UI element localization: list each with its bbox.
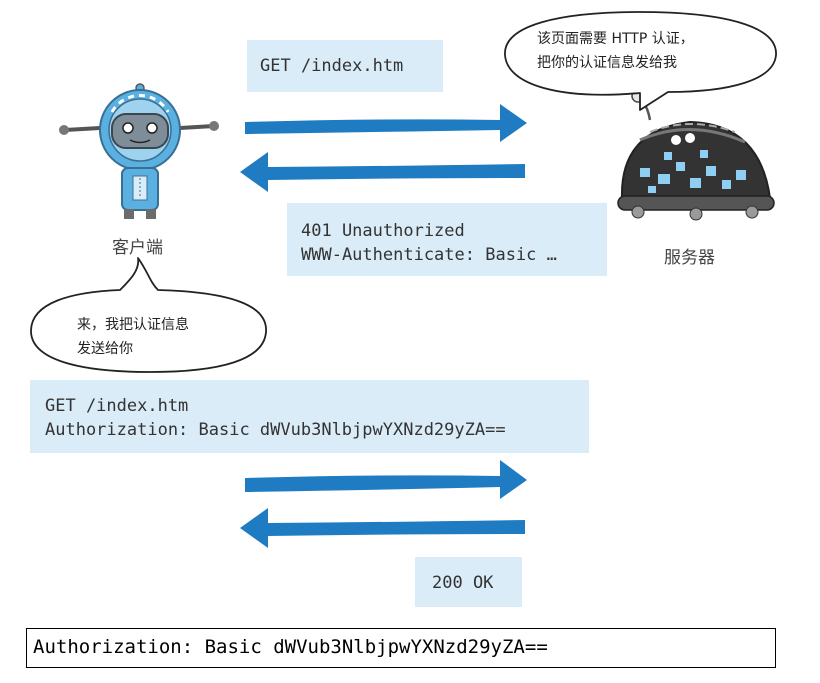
client-label: 客户端 bbox=[112, 238, 163, 258]
arrow-right-1 bbox=[245, 104, 527, 142]
server-speech-text: 该页面需要 HTTP 认证， 把你的认证信息发给我 bbox=[537, 27, 767, 75]
speech-line: 发送给你 bbox=[77, 341, 133, 357]
speech-line: 来，我把认证信息 bbox=[77, 317, 189, 333]
caption-text: Authorization: Basic dWVub3NlbjpwYXNzd29… bbox=[33, 636, 548, 658]
server-label: 服务器 bbox=[664, 248, 715, 268]
arrow-left-2 bbox=[240, 508, 525, 548]
arrow-right-2 bbox=[245, 460, 527, 499]
authorization-caption: Authorization: Basic dWVub3NlbjpwYXNzd29… bbox=[26, 628, 776, 668]
arrow-left-1 bbox=[240, 152, 525, 192]
client-robot-icon bbox=[59, 83, 219, 219]
client-speech-text: 来，我把认证信息 发送给你 bbox=[77, 313, 267, 361]
speech-line: 把你的认证信息发给我 bbox=[537, 55, 677, 71]
speech-line: 该页面需要 HTTP 认证， bbox=[537, 31, 694, 47]
